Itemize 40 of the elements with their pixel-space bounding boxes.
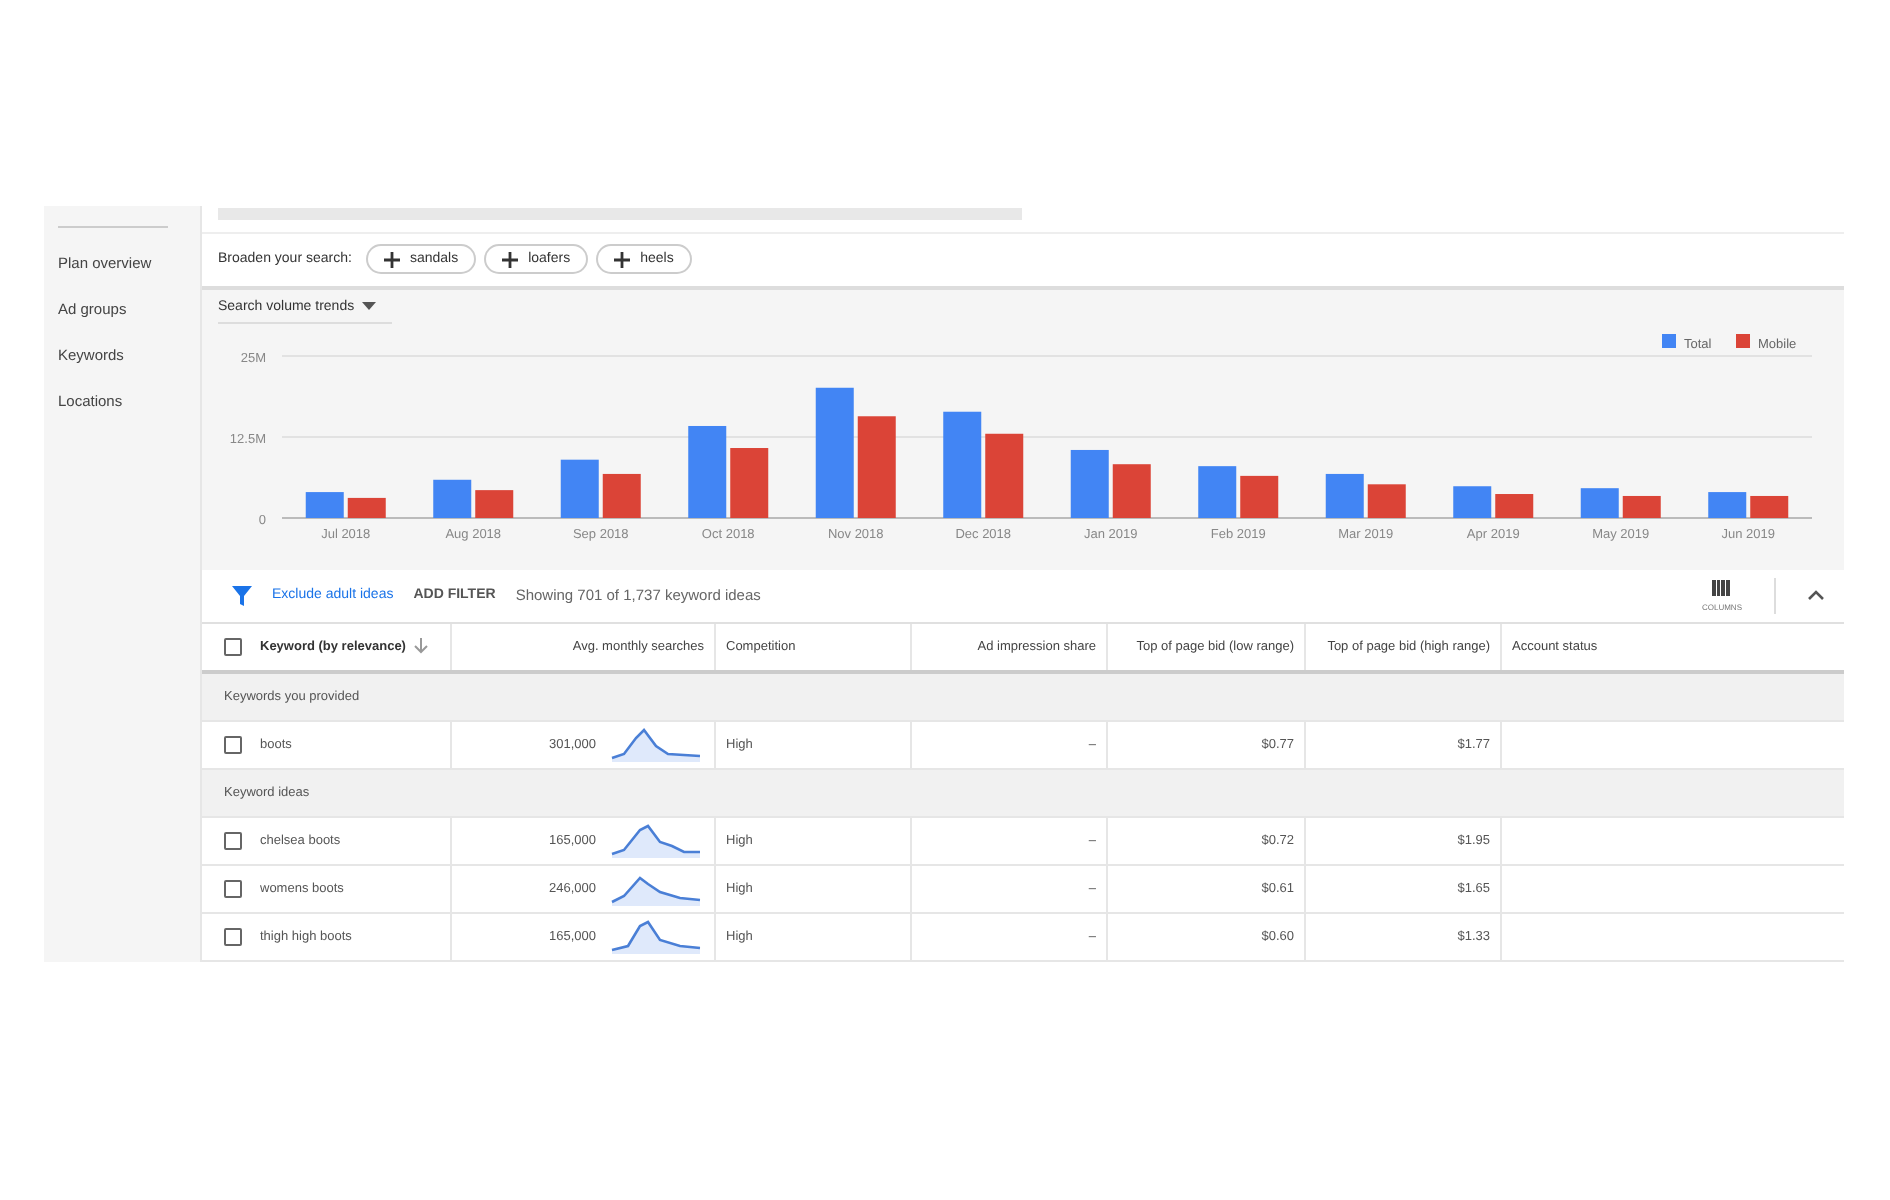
bar (433, 479, 472, 518)
filter-icon[interactable] (232, 585, 252, 606)
plus-icon (383, 251, 400, 268)
bar (815, 387, 854, 518)
bar (1453, 485, 1492, 518)
bar (1750, 495, 1789, 518)
bar (1198, 465, 1237, 518)
columns-icon (1712, 579, 1731, 596)
bar (1580, 487, 1619, 518)
trend-sparkline (608, 822, 704, 859)
bar (602, 473, 641, 518)
bar (943, 411, 982, 518)
bar (1622, 495, 1661, 518)
bar (1495, 493, 1534, 518)
collapse-icon[interactable] (1808, 590, 1824, 601)
bar (1112, 463, 1151, 518)
row-checkbox[interactable] (224, 879, 242, 898)
bar (305, 491, 344, 518)
bar (1367, 483, 1406, 518)
select-all-checkbox[interactable] (224, 637, 242, 656)
sort-down-icon[interactable] (413, 638, 428, 655)
bar (1708, 491, 1747, 518)
row-checkbox[interactable] (224, 927, 242, 946)
bar (688, 425, 727, 518)
trend-sparkline (608, 726, 704, 763)
bar (560, 458, 599, 518)
row-checkbox[interactable] (224, 735, 242, 754)
bar (1070, 449, 1109, 518)
bar (730, 447, 769, 518)
plus-icon (502, 251, 519, 268)
trend-sparkline (608, 918, 704, 955)
row-checkbox[interactable] (224, 831, 242, 850)
bar (1325, 473, 1364, 518)
bar (475, 489, 514, 518)
bar (1240, 475, 1279, 518)
bar (985, 433, 1024, 518)
bar (347, 497, 386, 518)
bar (857, 415, 896, 518)
plus-icon (614, 251, 631, 268)
caret-icon (362, 302, 377, 311)
